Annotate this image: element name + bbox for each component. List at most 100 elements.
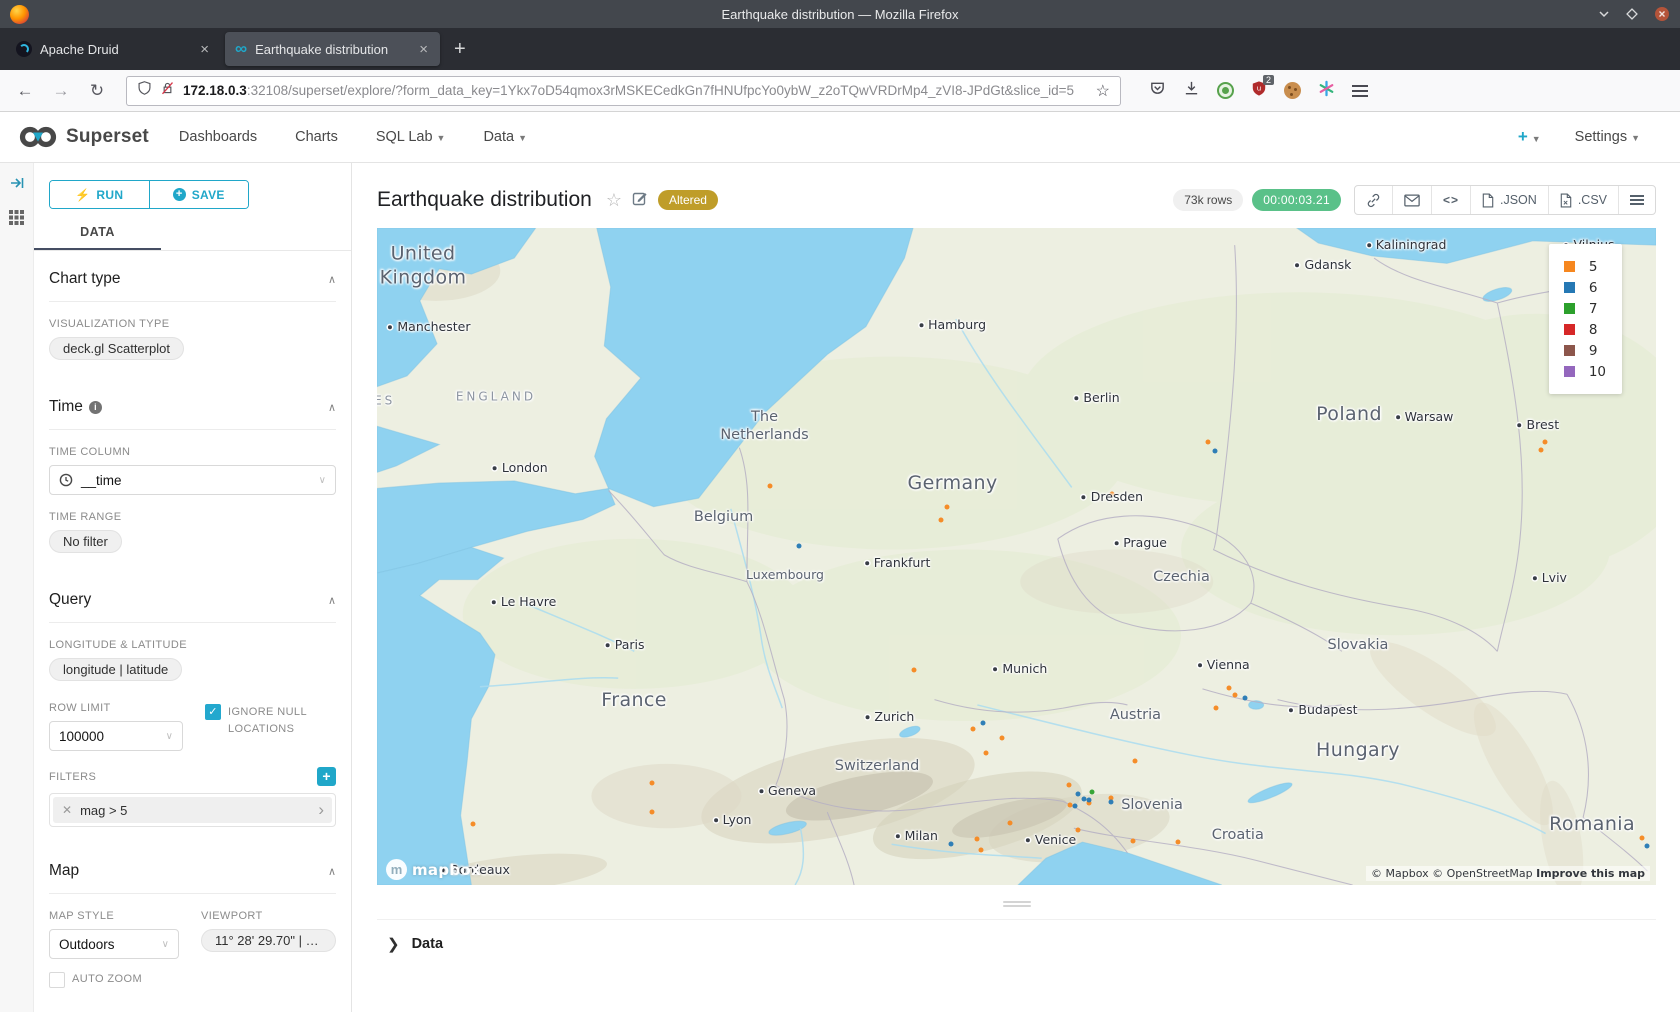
earthquake-point[interactable]	[974, 837, 979, 842]
earthquake-point[interactable]	[981, 721, 986, 726]
section-time[interactable]: Timei ∧	[49, 379, 336, 430]
time-column-select[interactable]: __time ∨	[49, 465, 336, 495]
earthquake-point[interactable]	[1089, 790, 1094, 795]
panel-drag-handle[interactable]	[1003, 899, 1031, 909]
chart-menu-button[interactable]	[1619, 186, 1655, 214]
shield-icon[interactable]	[137, 80, 152, 101]
attribution-mapbox[interactable]: © Mapbox	[1371, 867, 1429, 880]
earthquake-point[interactable]	[1066, 783, 1071, 788]
new-tab-button[interactable]: +	[444, 38, 476, 61]
earthquake-point[interactable]	[1233, 693, 1238, 698]
run-button[interactable]: ⚡RUN	[50, 181, 149, 208]
window-close-button[interactable]	[1654, 6, 1670, 22]
earthquake-point[interactable]	[1109, 800, 1114, 805]
embed-code-button[interactable]: <>	[1432, 186, 1471, 214]
deckgl-map[interactable]: United KingdomManchesterENGLANDESLondonT…	[377, 228, 1656, 885]
earthquake-point[interactable]	[939, 518, 944, 523]
cookie-extension-icon[interactable]	[1284, 82, 1301, 99]
earthquake-point[interactable]	[1538, 448, 1543, 453]
earthquake-point[interactable]	[649, 810, 654, 815]
earthquake-point[interactable]	[978, 847, 983, 852]
insecure-lock-icon[interactable]	[160, 80, 175, 101]
window-minimize-button[interactable]	[1598, 8, 1610, 20]
earthquake-point[interactable]	[1645, 844, 1650, 849]
firefox-menu-icon[interactable]	[1352, 85, 1368, 97]
earthquake-point[interactable]	[945, 504, 950, 509]
tab-earthquake-distribution[interactable]: ∞ Earthquake distribution ×	[225, 32, 440, 66]
row-limit-select[interactable]: 100000 ∨	[49, 721, 183, 751]
earthquake-point[interactable]	[1243, 695, 1248, 700]
adblock-extension-icon[interactable]: u 2	[1251, 80, 1267, 102]
earthquake-point[interactable]	[1130, 838, 1135, 843]
filter-item[interactable]: ✕ mag > 5 ›	[53, 797, 332, 823]
earthquake-point[interactable]	[797, 543, 802, 548]
lonlat-value[interactable]: longitude | latitude	[49, 658, 182, 681]
dataset-grid-icon[interactable]	[9, 210, 24, 230]
export-csv-button[interactable]: .CSV	[1549, 186, 1619, 214]
earthquake-point[interactable]	[1175, 840, 1180, 845]
email-share-button[interactable]	[1393, 186, 1432, 214]
edit-properties-icon[interactable]	[632, 190, 648, 211]
ignore-null-checkbox[interactable]: ✓	[205, 704, 221, 720]
earthquake-point[interactable]	[1206, 440, 1211, 445]
earthquake-point[interactable]	[767, 484, 772, 489]
save-button[interactable]: +SAVE	[149, 181, 249, 208]
add-filter-button[interactable]: +	[317, 767, 336, 786]
tab-apache-druid[interactable]: Apache Druid ×	[6, 32, 221, 66]
earthquake-point[interactable]	[971, 727, 976, 732]
viewport-value[interactable]: 11° 28' 29.70" | 50...	[201, 929, 336, 952]
data-results-panel[interactable]: ❯ Data	[377, 919, 1656, 968]
pocket-icon[interactable]	[1149, 80, 1166, 102]
tab-close-icon[interactable]: ×	[417, 41, 430, 58]
earthquake-point[interactable]	[983, 750, 988, 755]
superset-logo[interactable]: Superset	[18, 125, 149, 149]
favorite-star-icon[interactable]: ☆	[606, 190, 622, 211]
nav-dashboards[interactable]: Dashboards	[179, 129, 257, 145]
earthquake-point[interactable]	[470, 821, 475, 826]
section-map[interactable]: Map∧	[49, 843, 336, 894]
earthquake-point[interactable]	[1133, 758, 1138, 763]
nav-charts[interactable]: Charts	[295, 129, 338, 145]
earthquake-point[interactable]	[1226, 685, 1231, 690]
expand-datasource-icon[interactable]	[9, 175, 25, 196]
earthquake-point[interactable]	[1008, 820, 1013, 825]
url-bar[interactable]: 172.18.0.3:32108/superset/explore/?form_…	[126, 76, 1121, 106]
earthquake-point[interactable]	[1000, 736, 1005, 741]
time-range-value[interactable]: No filter	[49, 530, 122, 553]
section-point-size[interactable]: Point Size∨	[49, 1004, 336, 1012]
mapbox-logo[interactable]: m mapbox	[386, 859, 481, 880]
window-maximize-button[interactable]	[1626, 8, 1638, 20]
privacy-extension-icon[interactable]	[1217, 82, 1234, 99]
container-extension-icon[interactable]	[1318, 80, 1335, 102]
settings-menu[interactable]: Settings▼	[1575, 129, 1640, 145]
export-json-button[interactable]: .JSON	[1471, 186, 1549, 214]
add-new-button[interactable]: +▼	[1518, 127, 1541, 147]
nav-sql-lab[interactable]: SQL Lab▼	[376, 129, 446, 145]
attribution-improve[interactable]: Improve this map	[1536, 867, 1645, 880]
remove-filter-icon[interactable]: ✕	[53, 803, 80, 817]
viz-type-value[interactable]: deck.gl Scatterplot	[49, 337, 184, 360]
url-text[interactable]: 172.18.0.3:32108/superset/explore/?form_…	[183, 83, 1088, 98]
earthquake-point[interactable]	[1075, 791, 1080, 796]
tab-close-icon[interactable]: ×	[198, 41, 211, 58]
earthquake-point[interactable]	[912, 667, 917, 672]
download-icon[interactable]	[1183, 80, 1200, 102]
map-style-select[interactable]: Outdoors ∨	[49, 929, 179, 959]
copy-link-button[interactable]	[1355, 186, 1393, 214]
earthquake-point[interactable]	[1214, 706, 1219, 711]
back-button[interactable]: ←	[10, 81, 40, 101]
tab-data[interactable]: DATA	[34, 225, 161, 250]
earthquake-point[interactable]	[1212, 448, 1217, 453]
earthquake-point[interactable]	[1542, 439, 1547, 444]
earthquake-point[interactable]	[649, 781, 654, 786]
section-chart-type[interactable]: Chart type∧	[49, 251, 336, 302]
reload-button[interactable]: ↻	[82, 81, 112, 101]
bookmark-star-icon[interactable]: ☆	[1096, 81, 1110, 101]
attribution-osm[interactable]: © OpenStreetMap	[1432, 867, 1533, 880]
nav-data[interactable]: Data▼	[483, 129, 527, 145]
forward-button[interactable]: →	[46, 81, 76, 101]
section-query[interactable]: Query∧	[49, 572, 336, 623]
earthquake-point[interactable]	[1639, 835, 1644, 840]
earthquake-point[interactable]	[1073, 804, 1078, 809]
auto-zoom-checkbox[interactable]	[49, 972, 65, 988]
